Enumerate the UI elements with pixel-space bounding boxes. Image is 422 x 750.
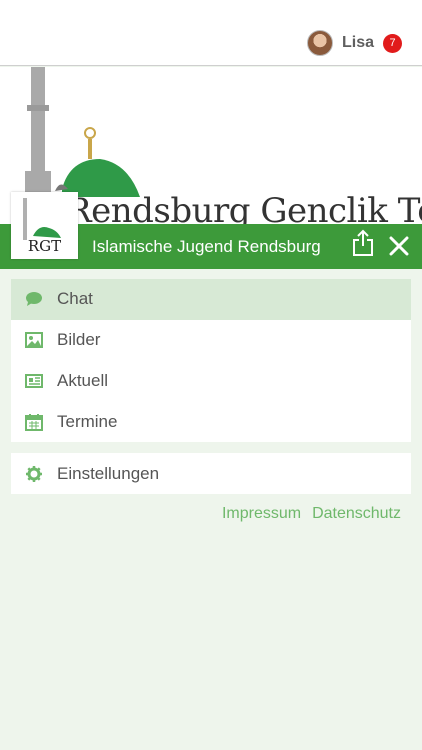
newspaper-icon [25,372,43,390]
gear-icon [25,465,43,483]
chat-icon [25,290,43,308]
menu-label: Einstellungen [57,463,160,483]
avatar[interactable] [306,30,333,56]
impressum-link[interactable]: Impressum [222,505,301,523]
image-icon [25,331,43,349]
notification-badge[interactable]: 7 [383,33,402,53]
banner-title: Rendsburg Genclik Teskilatı [66,191,422,224]
share-button[interactable] [352,229,374,257]
navigation-menu: Chat Bilder Aktuell Termine [11,279,411,442]
menu-label: Chat [57,289,93,309]
datenschutz-link[interactable]: Datenschutz [312,505,401,523]
share-icon [353,229,373,256]
menu-label: Termine [57,411,118,431]
logo-text: RGT [27,237,62,255]
user-profile[interactable]: Lisa 7 [306,30,402,56]
menu-item-aktuell[interactable]: Aktuell [11,361,411,402]
menu-label: Aktuell [57,370,109,390]
menu-item-bilder[interactable]: Bilder [11,320,411,361]
menu-item-einstellungen[interactable]: Einstellungen [11,453,411,494]
calendar-icon [25,413,43,431]
user-name[interactable]: Lisa [342,34,374,52]
close-icon [389,236,409,256]
menu-item-termine[interactable]: Termine [11,401,411,442]
top-bar: Lisa 7 [0,0,422,66]
footer-links: Impressum Datenschutz [211,505,401,523]
menu-label: Bilder [57,330,101,350]
menu-item-chat[interactable]: Chat [11,279,411,320]
organization-logo: RGT [11,192,78,259]
close-button[interactable] [388,235,410,257]
header-title: Islamische Jugend Rendsburg [92,237,321,256]
